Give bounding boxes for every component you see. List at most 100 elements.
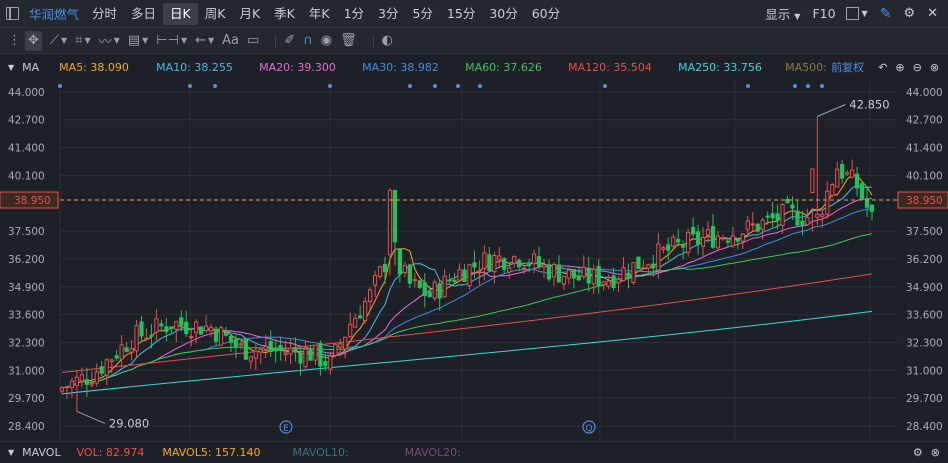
tab-12[interactable]: 60分: [525, 3, 567, 25]
candle-body: [392, 189, 398, 243]
candle-body: [253, 350, 258, 359]
adjust-menu[interactable]: 前复权: [831, 59, 864, 75]
display-menu[interactable]: 显示 ▼: [765, 4, 800, 23]
tab-11[interactable]: 30分: [482, 3, 524, 25]
toggle-icon[interactable]: ◐: [382, 31, 393, 51]
candle-body: [328, 355, 333, 370]
candle-body: [661, 247, 666, 250]
f10-button[interactable]: F10: [812, 6, 835, 21]
draw-pen-icon[interactable]: ✎: [880, 6, 892, 22]
comment-tool-icon[interactable]: ▭: [247, 31, 259, 51]
text-tool-icon[interactable]: Aa: [222, 31, 239, 51]
settings-icon[interactable]: ⚙: [903, 6, 915, 21]
candle-body: [536, 256, 542, 267]
candle-body: [556, 264, 562, 283]
candle-body: [144, 337, 149, 340]
window-icon[interactable]: [6, 7, 19, 20]
trash-icon[interactable]: 🗑: [340, 31, 357, 51]
candle-body: [283, 352, 288, 356]
candle-body: [730, 235, 735, 247]
tab-6[interactable]: 年K: [302, 3, 337, 25]
drag-handle-icon[interactable]: ⋮: [8, 31, 21, 51]
kline-chart[interactable]: 44.000 44.000 42.700 42.700 41.400 41.400 40.1…: [0, 79, 948, 441]
tab-8[interactable]: 3分: [371, 3, 405, 25]
candle-body: [442, 275, 447, 298]
ma-line-5: [61, 174, 873, 389]
candle-body: [795, 210, 800, 226]
event-dot: [793, 84, 797, 88]
toolbar-divider: [372, 33, 374, 48]
tab-0[interactable]: 分时: [85, 3, 124, 25]
current-price-label-right: 38.950: [906, 195, 943, 207]
candle-body: [770, 213, 775, 219]
collapse-caret-icon[interactable]: ▼: [8, 63, 14, 72]
candle-body: [646, 264, 651, 269]
candle-body: [79, 374, 84, 382]
candle-body: [159, 323, 164, 327]
eraser-icon[interactable]: ✐: [284, 31, 295, 51]
stock-name[interactable]: 华润燃气: [29, 4, 79, 23]
close-indicator-icon[interactable]: ⊗: [930, 61, 939, 74]
channel-tool-icon[interactable]: ⌗ ▼: [75, 31, 90, 51]
event-dot: [806, 84, 810, 88]
tab-7[interactable]: 1分: [337, 3, 371, 25]
candle-body: [303, 348, 308, 368]
y-tick-label-right: 40.100: [906, 170, 943, 182]
tab-2[interactable]: 日K: [163, 2, 198, 25]
checkbox-dropdown[interactable]: ▼: [845, 7, 868, 20]
tab-9[interactable]: 5分: [405, 3, 439, 25]
ma-line-60: [61, 233, 873, 389]
crosshair-move-icon[interactable]: ✥: [25, 30, 42, 51]
arrow-tool-icon[interactable]: ← ▼: [195, 31, 214, 51]
y-tick-label-left: 42.700: [8, 115, 45, 127]
collapse-caret-icon[interactable]: ▼: [8, 448, 14, 457]
candle-body: [616, 279, 621, 284]
current-price-line: 38.950 38.950: [0, 191, 948, 209]
candle-body: [705, 229, 711, 236]
close-indicator-icon[interactable]: ⊗: [931, 446, 940, 459]
tab-4[interactable]: 月K: [232, 3, 267, 25]
ma-legend-bar: ▼ MA MA5: 38.090 MA10: 38.255 MA20: 39.300…: [0, 56, 948, 78]
y-tick-label-left: 37.500: [8, 226, 45, 238]
tab-3[interactable]: 周K: [198, 3, 233, 25]
tab-5[interactable]: 季K: [267, 3, 302, 25]
candle-body: [203, 325, 209, 332]
candle-body: [576, 275, 581, 281]
candle-body: [541, 264, 547, 268]
candle-body: [457, 269, 462, 281]
y-tick-label-left: 32.300: [8, 337, 45, 349]
y-tick-label-right: 28.400: [906, 421, 943, 433]
candle-body: [740, 233, 745, 242]
candle-body: [641, 267, 646, 270]
candle-body: [452, 279, 457, 283]
candle-body: [596, 265, 601, 287]
candle-body: [308, 348, 313, 361]
tab-10[interactable]: 15分: [440, 3, 482, 25]
undo-icon[interactable]: ↶: [878, 61, 887, 74]
candle-body: [223, 331, 229, 336]
settings-icon[interactable]: ⚙: [913, 446, 923, 459]
line-tool-icon[interactable]: ⟋ ▼: [50, 31, 67, 51]
zoom-out-icon[interactable]: ⊖: [913, 61, 922, 74]
candle-body: [666, 244, 671, 251]
period-tab-bar: 华润燃气 分时 多日 日K 周K 月K 季K 年K 1分 3分 5分 15分 30分 60分 显示 ▼ …: [0, 0, 948, 28]
current-price-label-left: 38.950: [14, 195, 51, 207]
candle-body: [372, 275, 378, 286]
magnet-icon[interactable]: ∩: [303, 31, 313, 51]
mavol-indicator-label[interactable]: MAVOL: [22, 446, 60, 459]
candle-body: [139, 321, 144, 337]
eye-icon[interactable]: ◉: [321, 31, 332, 51]
y-tick-label-right: 34.900: [906, 282, 943, 294]
candle-body: [621, 267, 626, 282]
close-icon[interactable]: ✕: [927, 6, 938, 21]
tab-1[interactable]: 多日: [124, 3, 163, 25]
candle-body: [850, 169, 855, 178]
ma-indicator-label[interactable]: MA: [22, 61, 39, 74]
wave-tool-icon[interactable]: 〰 ▼: [99, 31, 120, 51]
price-axis: 44.000 44.000 42.700 42.700 41.400 41.400 40.1…: [8, 87, 943, 433]
candle-body: [566, 269, 571, 279]
candle-body: [114, 355, 119, 359]
fibonacci-tool-icon[interactable]: ▤ ▼: [128, 31, 148, 51]
zoom-in-icon[interactable]: ⊕: [895, 61, 904, 74]
range-tool-icon[interactable]: ⊢⊣ ▼: [156, 31, 187, 51]
